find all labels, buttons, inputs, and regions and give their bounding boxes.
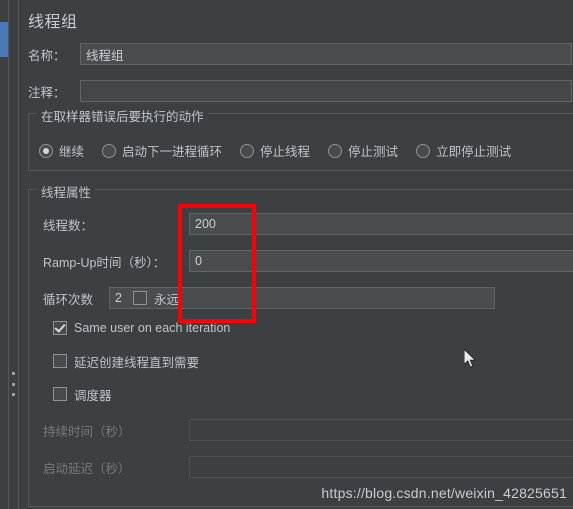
startup-delay-label: 启动延迟（秒） — [43, 461, 131, 476]
comment-row: 注释： — [19, 79, 573, 103]
radio-stop-thread[interactable]: 停止线程 — [240, 141, 310, 160]
thread-properties-title: 线程属性 — [37, 182, 96, 201]
radio-icon — [328, 143, 343, 158]
startup-delay-row: 启动延迟（秒） — [29, 455, 573, 479]
checkbox-icon — [53, 321, 67, 335]
loop-forever-checkbox[interactable]: 永远 — [133, 286, 179, 310]
loop-count-label: 循环次数 — [43, 292, 94, 307]
same-user-label: Same user on each iteration — [74, 321, 231, 335]
tree-panel-rail — [0, 0, 9, 509]
ramp-up-row: Ramp-Up时间（秒）： — [29, 249, 573, 273]
radio-icon — [102, 143, 117, 158]
page-title: 线程组 — [28, 14, 78, 31]
thread-group-panel: 线程组 名称： 注释： 在取样器错误后要执行的动作 继续 启动下一进程循环 — [19, 0, 573, 509]
splitter-handle-icon[interactable] — [10, 372, 16, 396]
watermark-text: https://blog.csdn.net/weixin_42825651 — [321, 485, 567, 501]
radio-icon — [416, 143, 431, 158]
duration-row: 持续时间（秒） — [29, 418, 573, 442]
ramp-up-input[interactable] — [189, 250, 573, 272]
checkbox-icon — [133, 291, 147, 305]
name-input[interactable] — [80, 43, 572, 65]
name-label: 名称： — [28, 48, 66, 63]
duration-label: 持续时间（秒） — [43, 424, 131, 439]
delay-thread-creation-checkbox[interactable]: 延迟创建线程直到需要 — [53, 351, 199, 371]
ramp-up-label: Ramp-Up时间（秒）： — [43, 255, 166, 270]
radio-stop-thread-label: 停止线程 — [260, 145, 311, 159]
radio-start-next-loop-label: 启动下一进程循环 — [122, 145, 223, 159]
thread-group-config-window: 线程组 名称： 注释： 在取样器错误后要执行的动作 继续 启动下一进程循环 — [0, 0, 573, 509]
startup-delay-input — [189, 456, 573, 478]
checkbox-icon — [53, 354, 67, 368]
thread-count-label: 线程数： — [43, 218, 94, 233]
sampler-error-action-title: 在取样器错误后要执行的动作 — [37, 106, 208, 125]
duration-input — [189, 419, 573, 441]
name-row: 名称： — [19, 42, 573, 66]
error-action-radio-group: 继续 启动下一进程循环 停止线程 停止测试 立即停止测试 — [39, 141, 529, 160]
radio-icon — [240, 143, 255, 158]
delay-thread-creation-label: 延迟创建线程直到需要 — [74, 355, 200, 370]
same-user-checkbox[interactable]: Same user on each iteration — [53, 318, 230, 338]
tree-selection-marker — [0, 22, 8, 57]
thread-count-input[interactable] — [189, 213, 573, 235]
panel-divider[interactable] — [9, 0, 19, 509]
loop-forever-label: 永远 — [154, 292, 180, 307]
scheduler-label: 调度器 — [74, 388, 112, 403]
radio-stop-test[interactable]: 停止测试 — [328, 141, 398, 160]
comment-label: 注释： — [28, 85, 66, 100]
thread-properties-group: 线程属性 线程数： Ramp-Up时间（秒）： 循环次数 永远 Same use… — [28, 182, 573, 507]
radio-stop-test-now-label: 立即停止测试 — [436, 145, 512, 159]
thread-count-row: 线程数： — [29, 212, 573, 236]
loop-count-row: 循环次数 — [29, 286, 573, 310]
scheduler-checkbox[interactable]: 调度器 — [53, 384, 112, 404]
sampler-error-action-group: 在取样器错误后要执行的动作 继续 启动下一进程循环 停止线程 停止测试 立即停止… — [28, 106, 573, 171]
comment-input[interactable] — [80, 80, 572, 102]
radio-start-next-loop[interactable]: 启动下一进程循环 — [102, 141, 222, 160]
radio-continue[interactable]: 继续 — [39, 141, 84, 160]
radio-stop-test-label: 停止测试 — [348, 145, 399, 159]
radio-continue-label: 继续 — [59, 145, 85, 159]
radio-stop-test-now[interactable]: 立即停止测试 — [416, 141, 511, 160]
checkbox-icon — [53, 387, 67, 401]
radio-icon — [39, 143, 53, 158]
